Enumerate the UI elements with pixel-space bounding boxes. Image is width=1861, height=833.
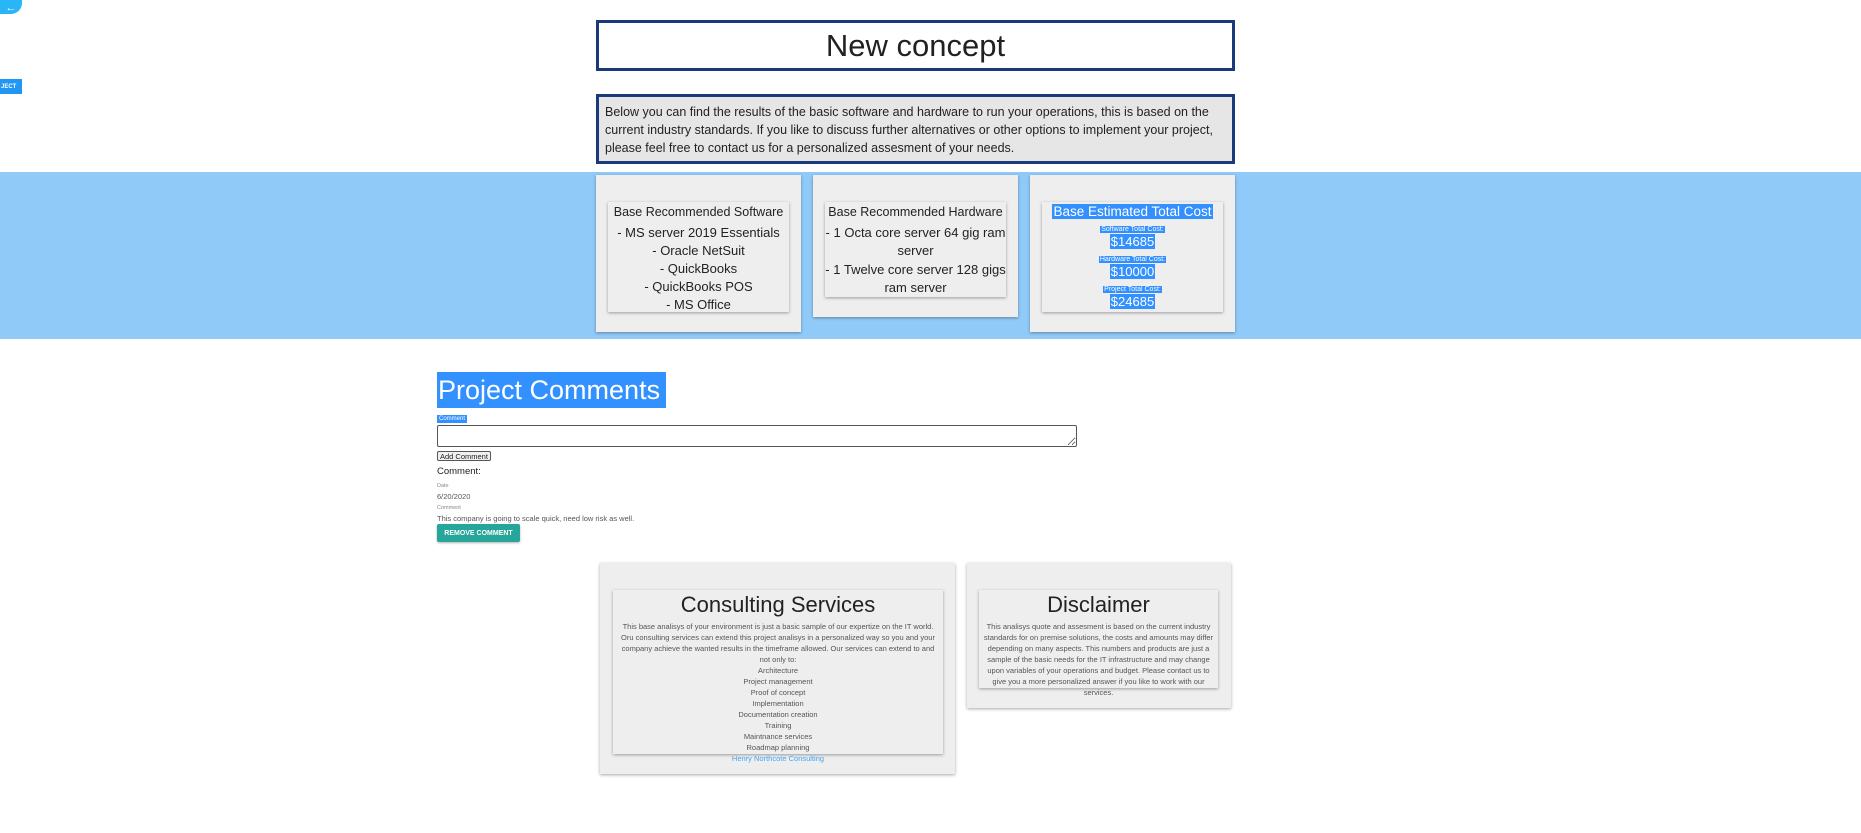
software-heading: Base Recommended Software: [613, 205, 784, 219]
comment-textarea[interactable]: [437, 425, 1077, 447]
hardware-panel: Base Recommended Hardware - 1 Octa core …: [825, 202, 1006, 297]
comment-text-label: Comment: [437, 505, 461, 511]
project-cost-value: $24685: [1109, 294, 1156, 309]
cost-panel: Base Estimated Total Cost Software Total…: [1042, 202, 1223, 312]
page-title: New concept: [596, 20, 1235, 71]
software-item: - MS server 2019 Essentials: [617, 225, 780, 240]
comment-date-label: Date: [437, 483, 449, 489]
software-cost-label: Software Total Cost:: [1100, 226, 1165, 233]
cost-heading: Base Estimated Total Cost: [1052, 204, 1213, 219]
software-item: - Oracle NetSuit: [652, 243, 745, 258]
software-cost-value: $14685: [1109, 234, 1156, 249]
remove-comment-button[interactable]: REMOVE COMMENT: [437, 524, 520, 542]
comment-list-heading: Comment:: [437, 466, 481, 477]
software-panel: Base Recommended Software - MS server 20…: [608, 202, 789, 312]
comment-field-label: Comment: [437, 415, 468, 423]
software-item: - QuickBooks POS: [644, 279, 753, 294]
hardware-item: - 1 Octa core server 64 gig ram server: [825, 225, 1006, 258]
service-item: Roadmap planning: [746, 743, 810, 752]
disclaimer-panel: Disclaimer This analisys quote and asses…: [979, 590, 1218, 697]
service-item: Training: [764, 721, 792, 730]
service-item: Architecture: [757, 666, 799, 675]
service-item: Documentation creation: [738, 710, 818, 719]
arrow-left-icon: ←: [5, 2, 17, 14]
software-item: - QuickBooks: [659, 261, 738, 276]
side-project-button[interactable]: JECT: [0, 79, 22, 94]
software-item: - MS Office: [666, 297, 731, 312]
disclaimer-title: Disclaimer: [1047, 592, 1150, 617]
consulting-link[interactable]: Henry Northcote Consulting: [613, 753, 943, 764]
hardware-cost-value: $10000: [1109, 264, 1156, 279]
service-item: Implementation: [752, 699, 804, 708]
comment-text-value: This company is going to scale quick, ne…: [437, 514, 635, 523]
disclaimer-text: This analisys quote and assesment is bas…: [983, 622, 1214, 697]
consulting-text: This base analisys of your environment i…: [621, 622, 935, 664]
project-cost-label: Project Total Cost:: [1103, 286, 1162, 293]
hardware-item: - 1 Twelve core server 128 gigs ram serv…: [825, 262, 1006, 295]
intro-text: Below you can find the results of the ba…: [596, 94, 1235, 164]
comments-title: Project Comments: [437, 372, 667, 408]
add-comment-button[interactable]: Add Comment: [437, 451, 491, 461]
service-item: Proof of concept: [750, 688, 806, 697]
hardware-heading: Base Recommended Hardware: [828, 205, 1003, 219]
comment-date-value: 6/20/2020: [437, 492, 471, 501]
consulting-title: Consulting Services: [680, 592, 876, 617]
service-item: Project management: [743, 677, 813, 686]
consulting-panel: Consulting Services This base analisys o…: [613, 590, 943, 763]
back-button[interactable]: ←: [0, 0, 22, 14]
hardware-cost-label: Hardware Total Cost:: [1098, 256, 1167, 263]
service-item: Maintnance services: [743, 732, 813, 741]
